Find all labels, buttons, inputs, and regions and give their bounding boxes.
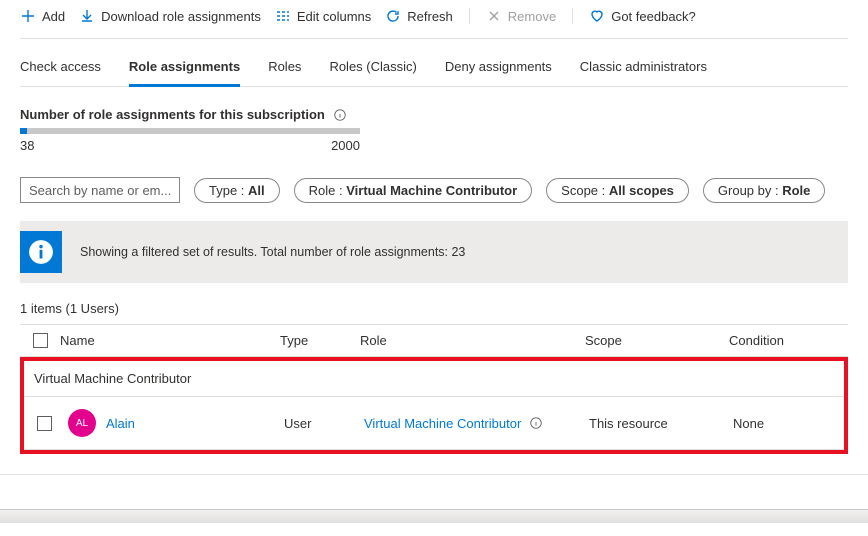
quota-bar [20,128,360,134]
columns-icon [275,8,291,24]
quota-section: Number of role assignments for this subs… [20,87,848,159]
add-button[interactable]: Add [20,8,65,24]
row-scope: This resource [589,416,733,431]
tab-roles[interactable]: Roles [268,55,301,87]
tab-roles-classic[interactable]: Roles (Classic) [329,55,416,87]
col-scope[interactable]: Scope [585,333,729,348]
highlight-box: Virtual Machine Contributor AL Alain Use… [20,357,848,454]
feedback-button[interactable]: Got feedback? [589,8,696,24]
info-banner: Showing a filtered set of results. Total… [20,221,848,283]
info-badge [20,231,62,273]
user-link[interactable]: Alain [106,416,135,431]
filter-groupby[interactable]: Group by : Role [703,178,825,203]
feedback-label: Got feedback? [611,9,696,24]
assignments-table: Name Type Role Scope Condition Virtual M… [20,324,848,454]
table-header: Name Type Role Scope Condition [20,324,848,357]
download-icon [79,8,95,24]
info-icon [28,239,54,265]
edit-columns-label: Edit columns [297,9,371,24]
tabs: Check access Role assignments Roles Role… [20,39,848,87]
col-type[interactable]: Type [280,333,360,348]
info-text: Showing a filtered set of results. Total… [80,245,465,259]
remove-label: Remove [508,9,556,24]
separator [572,8,573,24]
info-icon[interactable] [529,416,543,430]
row-condition: None [733,416,823,431]
tab-check-access[interactable]: Check access [20,55,101,87]
info-icon[interactable] [333,108,347,122]
row-type: User [284,416,364,431]
edit-columns-button[interactable]: Edit columns [275,8,371,24]
download-button[interactable]: Download role assignments [79,8,261,24]
search-input[interactable] [20,177,180,203]
download-label: Download role assignments [101,9,261,24]
row-checkbox[interactable] [37,416,52,431]
tab-classic-admins[interactable]: Classic administrators [580,55,707,87]
item-count: 1 items (1 Users) [20,301,848,316]
add-label: Add [42,9,65,24]
avatar: AL [68,409,96,437]
select-all-checkbox[interactable] [33,333,48,348]
plus-icon [20,8,36,24]
role-link[interactable]: Virtual Machine Contributor [364,416,521,431]
refresh-button[interactable]: Refresh [385,8,453,24]
filter-scope[interactable]: Scope : All scopes [546,178,689,203]
quota-used: 38 [20,138,34,153]
separator [469,8,470,24]
remove-icon [486,8,502,24]
quota-fill [20,128,27,134]
col-role[interactable]: Role [360,333,585,348]
refresh-label: Refresh [407,9,453,24]
refresh-icon [385,8,401,24]
remove-button: Remove [486,8,556,24]
command-bar: Add Download role assignments Edit colum… [20,0,848,39]
table-row: AL Alain User Virtual Machine Contributo… [24,397,844,450]
col-condition[interactable]: Condition [729,333,819,348]
quota-max: 2000 [331,138,360,153]
horizontal-scrollbar[interactable] [0,509,868,523]
group-header: Virtual Machine Contributor [24,361,844,397]
col-name[interactable]: Name [60,333,280,348]
filter-bar: Type : All Role : Virtual Machine Contri… [20,159,848,203]
quota-title: Number of role assignments for this subs… [20,107,325,122]
filter-role[interactable]: Role : Virtual Machine Contributor [294,178,533,203]
heart-icon [589,8,605,24]
tab-role-assignments[interactable]: Role assignments [129,55,240,87]
tab-deny[interactable]: Deny assignments [445,55,552,87]
filter-type[interactable]: Type : All [194,178,280,203]
